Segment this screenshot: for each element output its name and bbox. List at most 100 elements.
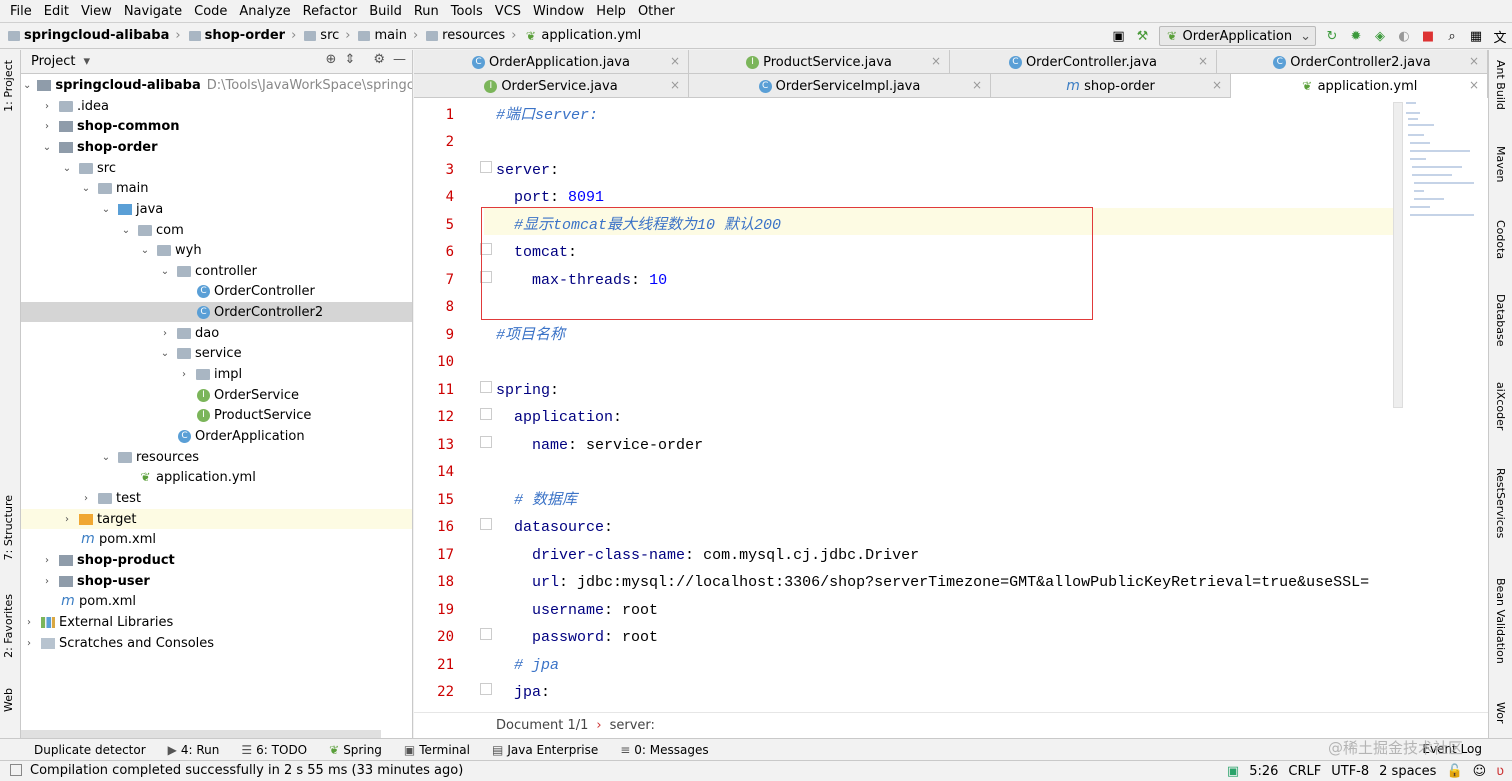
status-message[interactable]: Compilation completed successfully in 2 … xyxy=(30,763,463,778)
menu-refactor[interactable]: Refactor xyxy=(297,4,364,19)
stop-icon[interactable]: ■ xyxy=(1416,25,1440,47)
close-icon[interactable]: × xyxy=(1198,54,1208,68)
collapse-all-icon[interactable]: ⇕ xyxy=(344,52,355,67)
structure-tool-tab[interactable]: 7: Structure xyxy=(2,495,15,560)
tree-node[interactable]: ⌄wyh xyxy=(21,240,413,260)
debug-icon[interactable]: ✹ xyxy=(1344,25,1368,47)
tree-node[interactable]: ›target xyxy=(21,509,413,529)
project-structure-icon[interactable]: ▦ xyxy=(1464,25,1488,47)
tree-node[interactable]: IProductService xyxy=(21,405,413,425)
fold-marker-icon[interactable] xyxy=(480,436,492,448)
fold-marker-icon[interactable] xyxy=(480,381,492,393)
breadcrumb-file[interactable]: ❦application.yml xyxy=(524,28,641,43)
bean-validation-tool-tab[interactable]: Bean Validation xyxy=(1494,578,1507,664)
tab-order-controller[interactable]: COrderController.java× xyxy=(950,50,1217,74)
menu-edit[interactable]: Edit xyxy=(38,4,75,19)
menu-view[interactable]: View xyxy=(75,4,118,19)
breadcrumb-resources[interactable]: resources› xyxy=(426,28,516,43)
chevron-down-icon[interactable]: ⌄ xyxy=(100,204,112,215)
chevron-down-icon[interactable]: ⌄ xyxy=(159,266,171,277)
tree-node[interactable]: ›dao xyxy=(21,323,413,343)
close-icon[interactable]: × xyxy=(1469,78,1479,92)
menu-file[interactable]: File xyxy=(4,4,38,19)
aixcoder-tool-tab[interactable]: aiXcoder xyxy=(1494,382,1507,430)
hide-icon[interactable]: — xyxy=(393,52,406,67)
codota-status-icon[interactable]: ▣ xyxy=(1227,764,1239,779)
inspection-icon[interactable]: ☺ xyxy=(1473,764,1487,779)
tab-product-service[interactable]: IProductService.java× xyxy=(689,50,950,74)
tree-node[interactable]: ⌄shop-order xyxy=(21,137,413,157)
tree-node[interactable]: COrderController xyxy=(21,281,413,301)
fold-marker-icon[interactable] xyxy=(480,683,492,695)
tree-node[interactable]: ⌄com xyxy=(21,220,413,240)
tree-node-selected[interactable]: COrderController2 xyxy=(21,302,413,322)
project-tool-tab[interactable]: 1: Project xyxy=(2,60,15,112)
chevron-down-icon[interactable]: ▾ xyxy=(83,54,90,69)
menu-tools[interactable]: Tools xyxy=(445,4,489,19)
fold-marker-icon[interactable] xyxy=(480,408,492,420)
chevron-down-icon[interactable]: ⌄ xyxy=(41,142,53,153)
fold-marker-icon[interactable] xyxy=(480,161,492,173)
tree-node[interactable]: ⌄src xyxy=(21,158,413,178)
tree-node[interactable]: ❦application.yml xyxy=(21,467,413,487)
chevron-down-icon[interactable]: ⌄ xyxy=(139,245,151,256)
menu-vcs[interactable]: VCS xyxy=(489,4,527,19)
java-enterprise-tab[interactable]: ▤Java Enterprise xyxy=(492,743,598,757)
tree-node[interactable]: ›Scratches and Consoles xyxy=(21,633,413,653)
search-icon[interactable]: ⌕ xyxy=(1440,25,1464,47)
tab-order-service[interactable]: IOrderService.java× xyxy=(414,74,689,98)
file-encoding[interactable]: UTF-8 xyxy=(1331,764,1369,779)
tree-node[interactable]: ⌄springcloud-alibabaD:\Tools\JavaWorkSpa… xyxy=(21,75,413,95)
toggle-tool-windows-icon[interactable] xyxy=(10,764,22,776)
fold-marker-icon[interactable] xyxy=(480,628,492,640)
tree-node[interactable]: ⌄resources xyxy=(21,447,413,467)
tab-application-yml[interactable]: ❦application.yml× xyxy=(1231,74,1488,98)
horizontal-scrollbar[interactable] xyxy=(21,730,381,738)
chevron-right-icon[interactable]: › xyxy=(178,369,190,380)
coverage-icon[interactable]: ◈ xyxy=(1368,25,1392,47)
favorites-tool-tab[interactable]: 2: Favorites xyxy=(2,594,15,658)
locate-icon[interactable]: ⊕ xyxy=(326,52,337,67)
tree-node[interactable]: ⌄main xyxy=(21,178,413,198)
close-icon[interactable]: × xyxy=(972,78,982,92)
chevron-right-icon[interactable]: › xyxy=(23,638,35,649)
tree-node[interactable]: ⌄controller xyxy=(21,261,413,281)
chevron-right-icon[interactable]: › xyxy=(41,555,53,566)
todo-tab[interactable]: ☰6: TODO xyxy=(241,743,307,757)
chevron-right-icon[interactable]: › xyxy=(41,121,53,132)
terminal-icon[interactable]: ▣ xyxy=(1107,25,1131,47)
indent-setting[interactable]: 2 spaces xyxy=(1379,764,1436,779)
tree-node[interactable]: mpom.xml xyxy=(21,529,413,549)
document-indicator[interactable]: Document 1/1 xyxy=(496,718,588,733)
yaml-path[interactable]: server: xyxy=(610,718,655,733)
vertical-scrollbar[interactable] xyxy=(1393,102,1403,408)
caret-position[interactable]: 5:26 xyxy=(1249,764,1278,779)
tree-node[interactable]: ›shop-product xyxy=(21,550,413,570)
chevron-right-icon[interactable]: › xyxy=(159,328,171,339)
chevron-down-icon[interactable]: ⌄ xyxy=(61,163,73,174)
word-tool-tab[interactable]: Wor xyxy=(1494,702,1507,723)
menu-window[interactable]: Window xyxy=(527,4,590,19)
project-view-select[interactable]: Project xyxy=(31,54,75,69)
rerun-icon[interactable]: ↻ xyxy=(1320,25,1344,47)
chevron-right-icon[interactable]: › xyxy=(61,514,73,525)
menu-other[interactable]: Other xyxy=(632,4,681,19)
build-hammer-icon[interactable]: ⚒ xyxy=(1131,25,1155,47)
tree-node[interactable]: mpom.xml xyxy=(21,591,413,611)
menu-help[interactable]: Help xyxy=(590,4,632,19)
run-tab[interactable]: ▶4: Run xyxy=(168,743,220,757)
tree-node[interactable]: ›External Libraries xyxy=(21,612,413,632)
close-icon[interactable]: × xyxy=(1212,78,1222,92)
chevron-right-icon[interactable]: › xyxy=(23,617,35,628)
spring-tab[interactable]: ❦Spring xyxy=(329,743,382,757)
terminal-tab[interactable]: ▣Terminal xyxy=(404,743,470,757)
database-tool-tab[interactable]: Database xyxy=(1494,294,1507,347)
close-icon[interactable]: × xyxy=(670,54,680,68)
tree-node[interactable]: ›impl xyxy=(21,364,413,384)
breadcrumb-src[interactable]: src› xyxy=(304,28,350,43)
menu-build[interactable]: Build xyxy=(363,4,408,19)
tree-node[interactable]: ⌄service xyxy=(21,343,413,363)
code-editor[interactable]: #端口server: server: port: 8091 #显示tomcat最… xyxy=(496,98,1396,712)
ant-build-tool-tab[interactable]: Ant Build xyxy=(1494,60,1507,110)
lock-icon[interactable]: 🔓 xyxy=(1446,764,1462,779)
